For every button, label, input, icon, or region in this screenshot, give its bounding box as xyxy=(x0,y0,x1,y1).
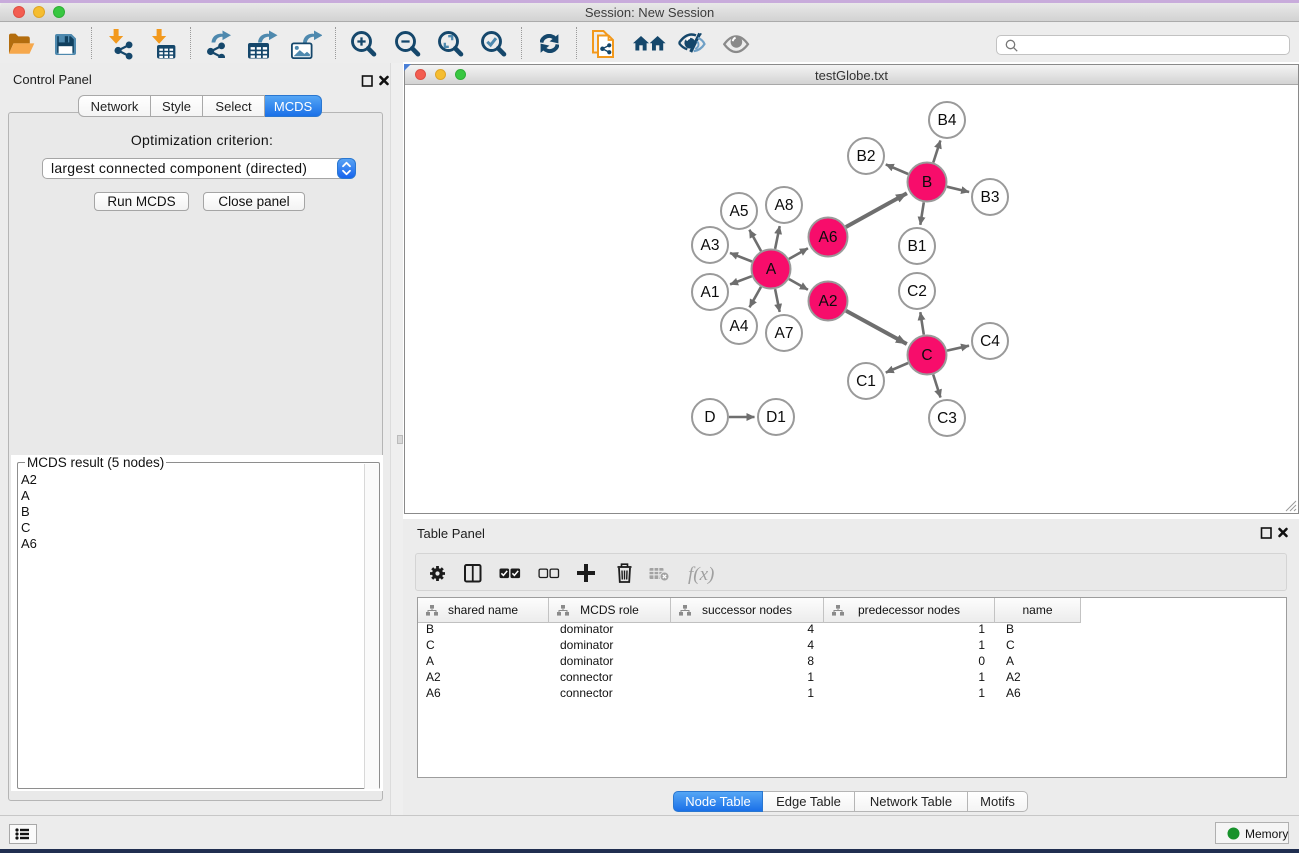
svg-text:A1: A1 xyxy=(701,284,720,301)
svg-text:A5: A5 xyxy=(730,203,749,220)
svg-text:A8: A8 xyxy=(775,197,794,214)
svg-text:f(x): f(x) xyxy=(688,564,714,585)
svg-text:A7: A7 xyxy=(775,325,794,342)
svg-text:D1: D1 xyxy=(766,409,786,426)
svg-text:C2: C2 xyxy=(907,283,927,300)
svg-text:C4: C4 xyxy=(980,333,1000,350)
svg-text:A4: A4 xyxy=(730,318,749,335)
svg-text:A2: A2 xyxy=(819,293,838,310)
svg-text:B2: B2 xyxy=(857,148,876,165)
svg-text:C1: C1 xyxy=(856,373,876,390)
svg-text:B1: B1 xyxy=(908,238,927,255)
svg-text:D: D xyxy=(704,409,715,426)
svg-text:C3: C3 xyxy=(937,410,957,427)
svg-text:C: C xyxy=(921,347,932,364)
svg-text:B4: B4 xyxy=(938,112,957,129)
svg-text:B3: B3 xyxy=(981,189,1000,206)
svg-text:A: A xyxy=(766,261,777,278)
svg-text:A3: A3 xyxy=(701,237,720,254)
svg-text:B: B xyxy=(922,174,932,191)
svg-text:A6: A6 xyxy=(819,229,838,246)
